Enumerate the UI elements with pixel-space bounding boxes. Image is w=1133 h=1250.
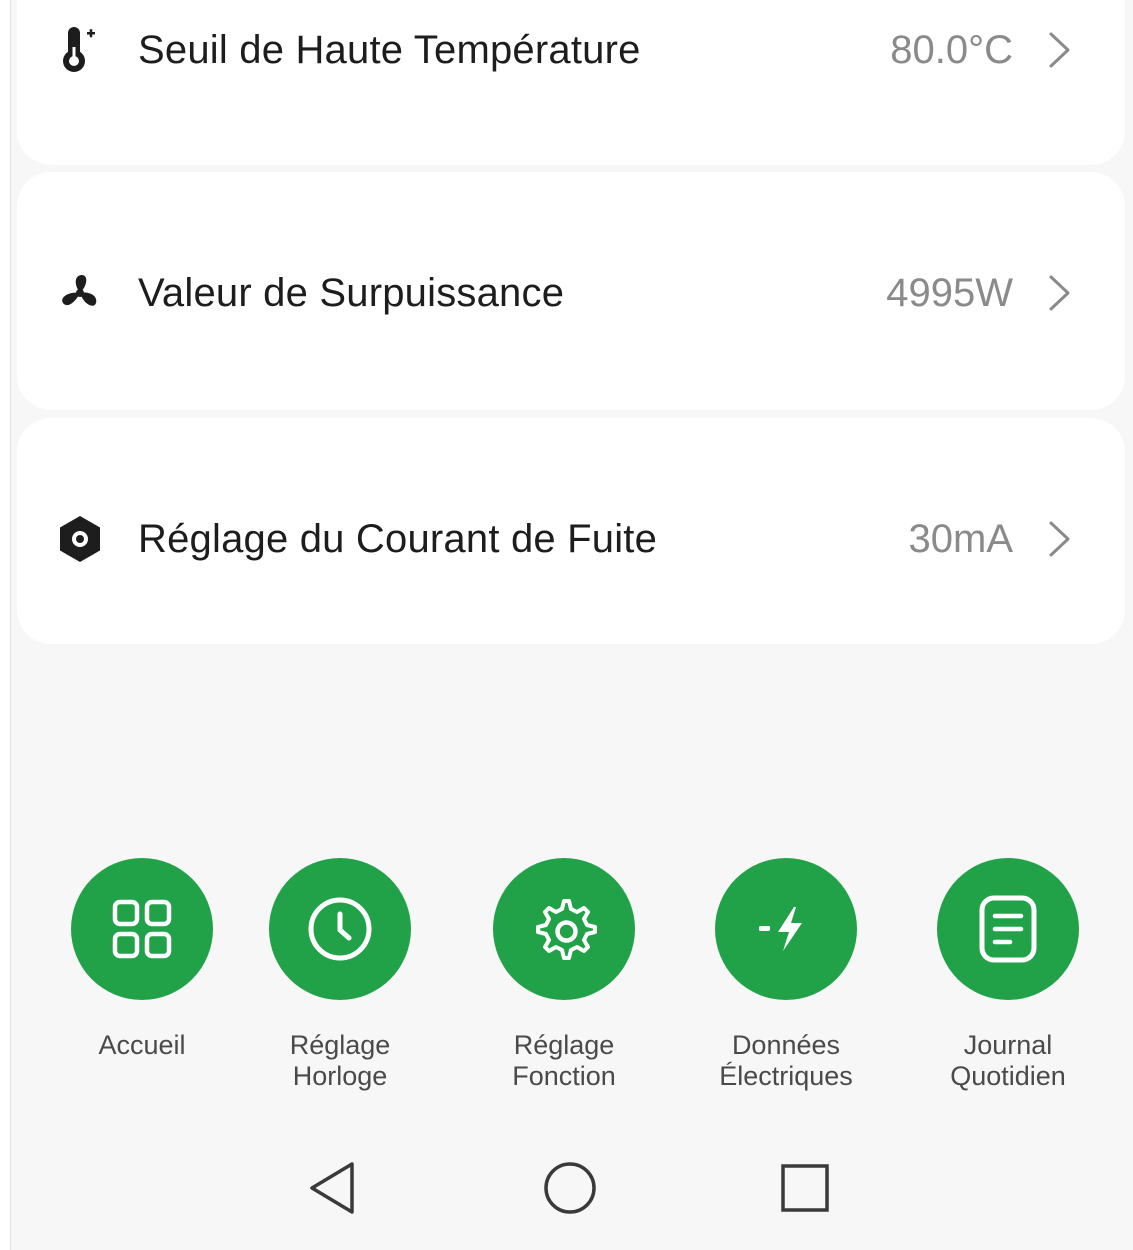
nav-item-donnees-electriques[interactable]: Données Électriques [686,858,886,1092]
setting-value: 30mA [908,516,1014,561]
setting-label: Seuil de Haute Température [138,27,641,72]
setting-row-high-temperature[interactable]: Seuil de Haute Température 80.0°C [17,5,1125,95]
setting-value: 4995W [886,270,1013,315]
nav-label: Journal Quotidien [950,1030,1066,1091]
chevron-right-icon [1047,517,1073,561]
setting-card-leak-current[interactable]: Réglage du Courant de Fuite 30mA [17,418,1125,644]
nav-button-donnees-electriques[interactable] [715,858,857,1000]
nav-item-journal-quotidien[interactable]: Journal Quotidien [908,858,1108,1092]
setting-card-high-temperature[interactable]: Seuil de Haute Température 80.0°C [17,0,1125,165]
nav-button-journal-quotidien[interactable] [937,858,1079,1000]
thermometer-icon [55,25,105,75]
nav-label: Données Électriques [719,1030,853,1091]
chevron-right-icon [1047,28,1073,72]
nav-button-reglage-horloge[interactable] [269,858,411,1000]
setting-label: Réglage du Courant de Fuite [138,516,658,561]
screen-edge [0,0,11,1250]
gear-icon [536,899,597,960]
nav-label: Réglage Fonction [512,1030,616,1091]
recents-icon[interactable] [775,1158,835,1218]
setting-row-overpower[interactable]: Valeur de Surpuissance 4995W [17,248,1125,338]
nav-label: Réglage Horloge [289,1030,391,1091]
nav-item-reglage-fonction[interactable]: Réglage Fonction [464,858,664,1092]
setting-label: Valeur de Surpuissance [138,270,565,315]
home-icon[interactable] [540,1158,600,1218]
setting-row-leak-current[interactable]: Réglage du Courant de Fuite 30mA [17,494,1125,584]
document-icon [979,895,1037,963]
grid-icon [112,899,172,959]
nav-item-reglage-horloge[interactable]: Réglage Horloge [240,858,440,1092]
nav-button-reglage-fonction[interactable] [493,858,635,1000]
chevron-right-icon [1047,271,1073,315]
nav-button-accueil[interactable] [71,858,213,1000]
leak-current-icon [55,514,105,564]
clock-icon [308,897,372,961]
fan-icon [55,268,105,318]
setting-card-overpower[interactable]: Valeur de Surpuissance 4995W [17,172,1125,410]
nav-item-accueil[interactable]: Accueil [42,858,242,1061]
setting-value: 80.0°C [890,27,1013,72]
back-icon[interactable] [302,1158,362,1218]
nav-label: Accueil [98,1030,186,1060]
lightning-icon [759,907,802,951]
